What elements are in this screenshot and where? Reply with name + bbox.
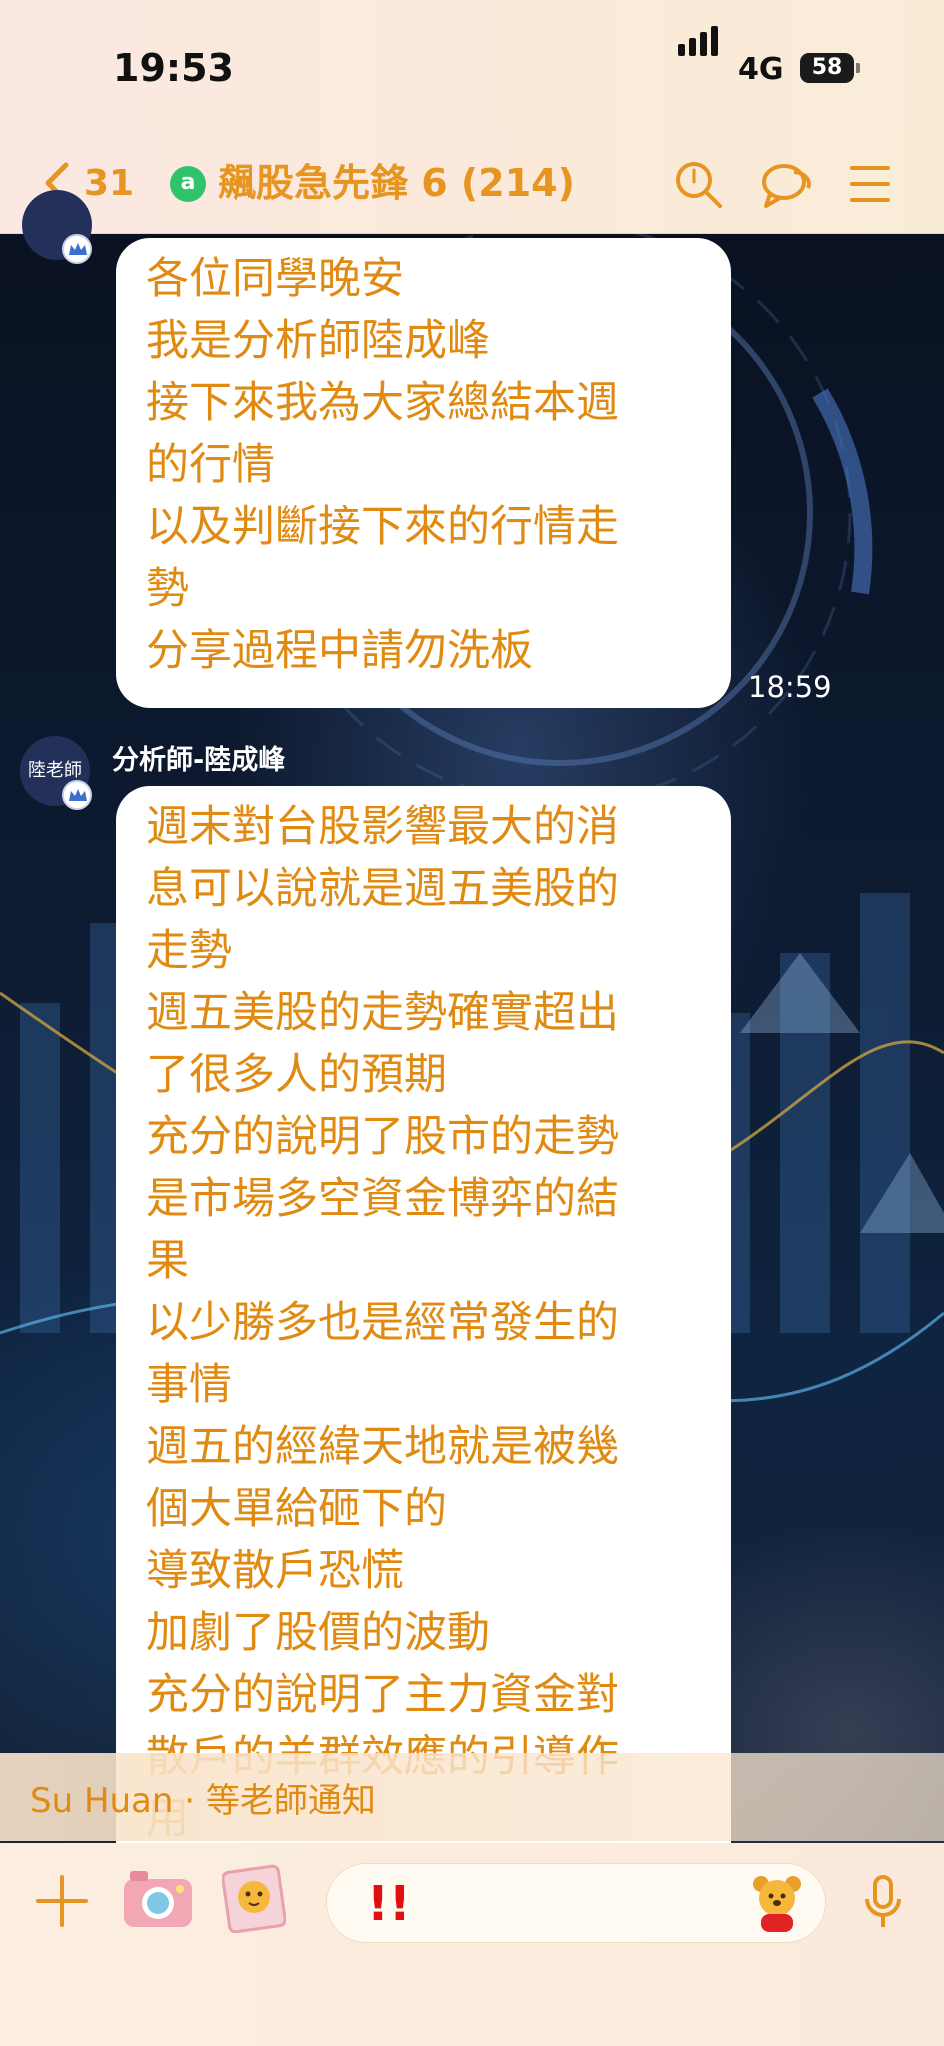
message-line: 以及判斷接下來的行情走 [146,502,619,552]
message-line: 充分的說明了股市的走勢 [146,1112,619,1162]
unread-count: 31 [84,162,135,204]
message-line: 勢 [146,564,189,614]
message-line: 接下來我為大家總結本週 [146,378,619,428]
input-text: !! [367,1876,411,1932]
status-time: 19:53 [113,46,234,90]
battery-icon: 58 [800,53,860,83]
notice-text: Su Huan · 等老師通知 [30,1781,376,1821]
chat-header: 31 a 飆股急先鋒 6 (214) [0,140,944,234]
message-line: 的行情 [146,440,275,490]
bear-sticker-icon[interactable] [749,1872,805,1934]
message-bubble[interactable]: 週末對台股影響最大的消 息可以說就是週五美股的 走勢 週五美股的走勢確實超出 了… [116,786,731,1886]
chat-bubbles-icon[interactable] [760,158,812,210]
message-line: 分享過程中請勿洗板 [146,626,533,676]
message-line: 走勢 [146,926,232,976]
message-line: 是市場多空資金博弈的結 [146,1174,619,1224]
message-line: 充分的說明了主力資金對 [146,1670,619,1720]
message-line: 了很多人的預期 [146,1050,447,1100]
crown-icon [62,780,92,810]
message-line: 我是分析師陸成峰 [146,316,490,366]
message-line: 果 [146,1236,189,1286]
chat-title[interactable]: 飆股急先鋒 6 (214) [218,158,575,208]
search-icon[interactable] [672,158,724,210]
message-line: 以少勝多也是經常發生的 [146,1298,619,1348]
status-bar: 19:53 4G 58 [0,0,944,140]
menu-icon[interactable] [846,158,898,210]
message-line: 個大單給砸下的 [146,1484,447,1534]
message-line: 各位同學晚安 [146,254,404,304]
message-line: 加劇了股價的波動 [146,1608,490,1658]
message-line: 息可以說就是週五美股的 [146,864,619,914]
camera-icon[interactable] [122,1867,194,1929]
notice-bar[interactable]: Su Huan · 等老師通知 [0,1753,944,1841]
input-bar: !! [0,1843,944,2046]
crown-icon [62,234,92,264]
message-line: 週五的經緯天地就是被幾 [146,1422,619,1472]
sender-name[interactable]: 分析師-陸成峰 [112,738,285,777]
openchat-badge-icon: a [170,166,206,202]
message-line: 週五美股的走勢確實超出 [146,988,619,1038]
plus-icon[interactable] [34,1873,90,1929]
message-bubble[interactable]: 各位同學晚安 我是分析師陸成峰 接下來我為大家總結本週 的行情 以及判斷接下來的… [116,238,731,708]
message-line: 導致散戶恐慌 [146,1546,404,1596]
message-line: 事情 [146,1360,232,1410]
microphone-icon[interactable] [858,1873,908,1933]
message-input[interactable]: !! [326,1863,826,1943]
photo-sticker-icon[interactable] [222,1863,286,1933]
network-label: 4G [738,52,784,87]
message-line: 週末對台股影響最大的消 [146,802,619,852]
message-time: 18:59 [748,670,832,704]
